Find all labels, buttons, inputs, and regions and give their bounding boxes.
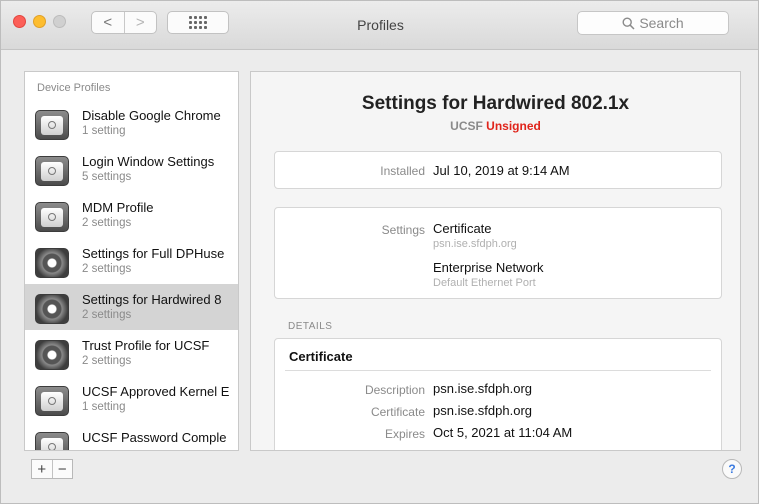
detail-row-value: psn.ise.sfdph.org	[433, 403, 533, 418]
sidebar-item-settings-full-dphuse[interactable]: Settings for Full DPHuse 2 settings	[25, 238, 238, 284]
profile-icon	[35, 156, 69, 186]
gear-icon	[35, 294, 69, 324]
sidebar-item-count: 2 settings	[82, 263, 132, 275]
sidebar-item-count: 2 settings	[82, 309, 132, 321]
sidebar-item-ucsf-password[interactable]: UCSF Password Comple	[25, 422, 238, 450]
search-field[interactable]: Search	[577, 11, 729, 35]
settings-label: Settings	[381, 223, 425, 237]
sidebar-item-mdm-profile[interactable]: MDM Profile 2 settings	[25, 192, 238, 238]
sidebar-item-label: Login Window Settings	[82, 154, 215, 169]
detail-row-label: Certificate	[370, 405, 425, 419]
certificate-title: Certificate	[289, 349, 353, 364]
sidebar-item-label: UCSF Approved Kernel E	[82, 384, 230, 399]
add-remove-group: + −	[31, 459, 73, 479]
sidebar-item-login-window-settings[interactable]: Login Window Settings 5 settings	[25, 146, 238, 192]
signature-status-badge: Unsigned	[486, 119, 541, 133]
sidebar-item-count: 1 setting	[82, 401, 126, 413]
setting-name: Certificate	[433, 221, 492, 236]
sidebar-item-label: UCSF Password Comple	[82, 430, 227, 445]
sidebar-item-label: MDM Profile	[82, 200, 154, 215]
installed-value: Jul 10, 2019 at 9:14 AM	[433, 163, 570, 178]
profile-icon	[35, 432, 69, 450]
sidebar-item-settings-hardwired[interactable]: Settings for Hardwired 8 2 settings	[25, 284, 238, 330]
sidebar-item-label: Disable Google Chrome	[82, 108, 221, 123]
profile-icon	[35, 386, 69, 416]
sidebar-item-count: 2 settings	[82, 355, 132, 367]
detail-row-value: psn.ise.sfdph.org	[433, 381, 533, 396]
title-bar: < > Profiles Search	[1, 1, 758, 50]
detail-row-value: Oct 5, 2021 at 11:04 AM	[433, 425, 573, 440]
sidebar-item-label: Settings for Hardwired 8	[82, 292, 222, 307]
sidebar-item-count: 5 settings	[82, 171, 132, 183]
profiles-window: < > Profiles Search Device Profiles Disa…	[0, 0, 759, 504]
divider	[285, 370, 711, 371]
help-button[interactable]: ?	[722, 459, 742, 479]
details-header: DETAILS	[288, 321, 333, 332]
add-profile-button[interactable]: +	[32, 460, 52, 478]
gear-icon	[35, 340, 69, 370]
detail-row-label: Expires	[384, 427, 425, 441]
setting-detail: psn.ise.sfdph.org	[433, 238, 517, 250]
sidebar-item-label: Settings for Full DPHuse	[82, 246, 225, 261]
setting-detail: Default Ethernet Port	[433, 277, 536, 289]
profile-title: Settings for Hardwired 802.1x	[361, 93, 630, 114]
sidebar-item-label: Trust Profile for UCSF	[82, 338, 210, 353]
profile-icon	[35, 110, 69, 140]
settings-box: Settings Certificate psn.ise.sfdph.org E…	[274, 207, 722, 299]
sidebar-item-ucsf-approved-kernel[interactable]: UCSF Approved Kernel E 1 setting	[25, 376, 238, 422]
profile-icon	[35, 202, 69, 232]
profile-detail-pane: Settings for Hardwired 802.1x UCSF Unsig…	[250, 71, 741, 451]
setting-name: Enterprise Network	[433, 260, 544, 275]
profiles-sidebar: Device Profiles Disable Google Chrome 1 …	[24, 71, 239, 451]
profile-subtitle: UCSF Unsigned	[251, 119, 740, 133]
gear-icon	[35, 248, 69, 278]
sidebar-item-trust-profile-ucsf[interactable]: Trust Profile for UCSF 2 settings	[25, 330, 238, 376]
installed-box: Installed Jul 10, 2019 at 9:14 AM	[274, 151, 722, 189]
sidebar-item-disable-google-chrome[interactable]: Disable Google Chrome 1 setting	[25, 100, 238, 146]
sidebar-item-count: 1 setting	[82, 125, 126, 137]
search-placeholder: Search	[639, 15, 684, 31]
certificate-box: Certificate Description psn.ise.sfdph.or…	[274, 338, 722, 450]
search-icon	[622, 16, 635, 30]
profile-org: UCSF	[450, 119, 483, 133]
remove-profile-button[interactable]: −	[51, 460, 73, 478]
installed-label: Installed	[380, 164, 425, 178]
sidebar-item-count: 2 settings	[82, 217, 132, 229]
sidebar-header: Device Profiles	[37, 82, 111, 94]
detail-row-label: Description	[364, 383, 425, 397]
